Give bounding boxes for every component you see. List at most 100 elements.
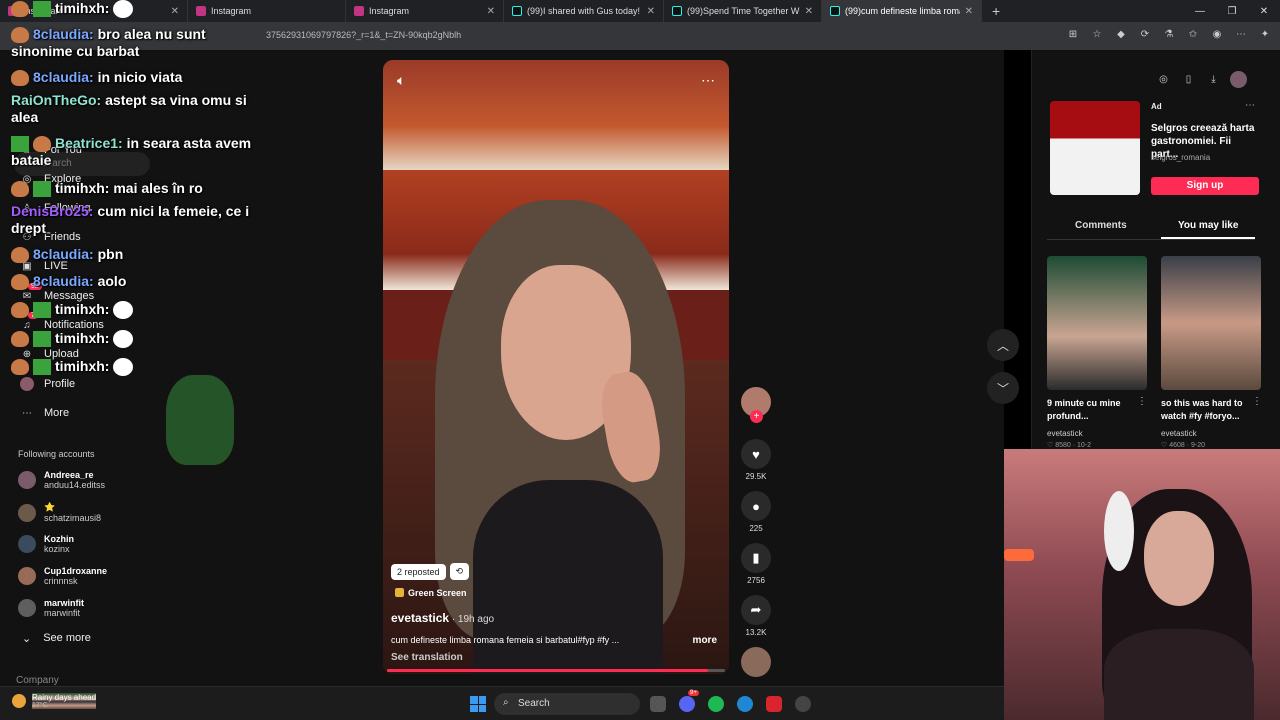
maximize-icon[interactable]: ❐ (1216, 0, 1248, 22)
like-action[interactable]: ♥ 29.5K (741, 439, 771, 481)
following-account[interactable]: Andreea_re anduu14.editss (18, 470, 105, 490)
more-options-icon[interactable]: ⋯ (701, 72, 715, 89)
nav-more[interactable]: ⋯ More (20, 406, 69, 420)
following-account[interactable]: Kozhin kozinx (18, 534, 74, 554)
bookmark-icon[interactable]: ▮ (741, 543, 771, 573)
tiktok-icon (830, 6, 840, 16)
spotify-icon[interactable] (708, 696, 724, 712)
recommended-video-title[interactable]: 9 minute cu mine profund... (1047, 397, 1135, 423)
download-icon[interactable]: ⤓ (1205, 71, 1222, 88)
chat-text: pbn (97, 246, 124, 262)
ad-options-icon[interactable]: ⋯ (1245, 100, 1255, 111)
extension-icon[interactable]: ⚗ (1162, 27, 1176, 41)
following-account[interactable]: ⭐ schatzimausi8 (18, 502, 101, 523)
recommended-video-thumbnail[interactable] (1047, 256, 1147, 390)
taskbar-search[interactable]: ⌕ Search (494, 693, 640, 715)
browser-tab-active[interactable]: (99)cum defineste limba romana ✕ (822, 0, 982, 22)
sub-badge-icon (33, 331, 51, 348)
url-text[interactable]: 37562931069797826?_r=1&_t=ZN-90kqb2gNblh (266, 30, 461, 40)
browser-tab[interactable]: Instagram ✕ (346, 0, 504, 22)
volume-icon[interactable]: 🔈︎ (397, 72, 405, 89)
save-action[interactable]: ▮ 2756 (741, 543, 771, 585)
share-icon[interactable]: ➦ (741, 595, 771, 625)
avatar (18, 471, 36, 489)
windows-start-icon[interactable] (470, 696, 486, 712)
following-account[interactable]: Cup1droxanne crinnnsk (18, 566, 107, 586)
app-icon[interactable] (766, 696, 782, 712)
repost-icon[interactable]: ⟲ (449, 563, 470, 580)
recommended-video-title[interactable]: so this was hard to watch #fy #foryo... (1161, 397, 1249, 423)
more-options-icon[interactable]: ⋮ (1252, 396, 1262, 407)
comment-icon[interactable]: ● (741, 491, 771, 521)
sign-up-button[interactable]: Sign up (1151, 177, 1259, 195)
phone-icon[interactable]: ▯ (1180, 71, 1197, 88)
weather-widget[interactable]: Rainy days ahead 17°C (12, 693, 97, 709)
nav-profile[interactable]: Profile (20, 377, 75, 391)
obs-icon[interactable] (795, 696, 811, 712)
more-options-icon[interactable]: ⋮ (1137, 396, 1147, 407)
chat-message: 8claudia: pbn (11, 246, 261, 264)
cat-emote-icon (11, 1, 29, 18)
ad-source[interactable]: selgros_romania (1151, 153, 1210, 162)
browser-toolbar: ⊞ ☆ ◆ ⟳ ⚗ ✩ ◉ ⋯ ✦ (1066, 27, 1272, 41)
avatar (18, 503, 36, 522)
recommended-video-thumbnail[interactable] (1161, 256, 1261, 390)
see-more-button[interactable]: ⌄ See more (22, 632, 91, 645)
video-player[interactable]: 🔈︎ ⋯ 2 reposted ⟲ Green Screen evetastic… (383, 60, 729, 674)
previous-video-button[interactable]: ︿ (987, 329, 1019, 361)
profile-avatar-icon[interactable]: ◉ (1210, 27, 1224, 41)
tab-you-may-like[interactable]: You may like (1178, 220, 1238, 231)
cat-emote-icon (11, 181, 29, 198)
copilot-icon[interactable]: ✦ (1258, 27, 1272, 41)
video-author[interactable]: evetastick · 19h ago (391, 611, 494, 625)
profile-avatar-icon[interactable] (1230, 71, 1247, 88)
heart-icon[interactable]: ♥ (741, 439, 771, 469)
extension-icon[interactable]: ⟳ (1138, 27, 1152, 41)
chat-username: timihxh: (55, 330, 110, 346)
extension-icon[interactable]: ◆ (1114, 27, 1128, 41)
repost-indicator[interactable]: 2 reposted ⟲ (391, 563, 470, 580)
compass-icon[interactable]: ◎ (1155, 71, 1172, 88)
close-window-icon[interactable]: ✕ (1248, 0, 1280, 22)
task-view-icon[interactable] (650, 696, 666, 712)
favorites-icon[interactable]: ✩ (1186, 27, 1200, 41)
following-account[interactable]: marwinfit marwinfit (18, 598, 84, 618)
minimize-icon[interactable]: — (1184, 0, 1216, 22)
effect-label[interactable]: Green Screen (395, 588, 467, 598)
video-progress-bar[interactable] (387, 669, 725, 672)
edge-icon[interactable] (737, 696, 753, 712)
see-translation-link[interactable]: See translation (391, 652, 463, 663)
share-action[interactable]: ➦ 13.2K (741, 595, 771, 637)
emote-icon (113, 301, 134, 320)
headphones-icon (1104, 491, 1134, 571)
sound-disc[interactable] (741, 647, 771, 677)
emote-icon (113, 0, 134, 19)
author-avatar[interactable]: + (741, 387, 771, 423)
company-link[interactable]: Company (16, 675, 59, 686)
close-icon[interactable]: ✕ (805, 6, 813, 17)
browser-tab[interactable]: (99)I shared with Gus today! #cat ✕ (504, 0, 664, 22)
comment-action[interactable]: ● 225 (741, 491, 771, 533)
bookmark-star-icon[interactable]: ☆ (1090, 27, 1104, 41)
follow-plus-icon[interactable]: + (750, 410, 763, 423)
menu-dots-icon[interactable]: ⋯ (1234, 27, 1248, 41)
ad-image[interactable] (1050, 101, 1140, 195)
chat-username: 8claudia: (33, 26, 94, 42)
recommended-video-author[interactable]: evetastick (1161, 429, 1197, 438)
close-icon[interactable]: ✕ (487, 6, 495, 17)
tab-comments[interactable]: Comments (1075, 220, 1127, 231)
install-app-icon[interactable]: ⊞ (1066, 27, 1080, 41)
new-tab-button[interactable]: + (982, 3, 1010, 19)
close-icon[interactable]: ✕ (647, 6, 655, 17)
music-disc-icon[interactable] (741, 647, 771, 677)
tab-divider (1047, 239, 1255, 240)
discord-icon[interactable]: 9+ (679, 690, 699, 712)
account-name: Andreea_re (44, 470, 94, 480)
next-video-button[interactable]: ﹀ (987, 372, 1019, 404)
recommended-video-author[interactable]: evetastick (1047, 429, 1083, 438)
save-count: 2756 (747, 576, 765, 585)
chat-username: 8claudia: (33, 273, 94, 289)
caption-more-button[interactable]: more (693, 635, 717, 646)
close-icon[interactable]: ✕ (965, 6, 973, 17)
browser-tab[interactable]: (99)Spend Time Together With Yo ✕ (664, 0, 822, 22)
